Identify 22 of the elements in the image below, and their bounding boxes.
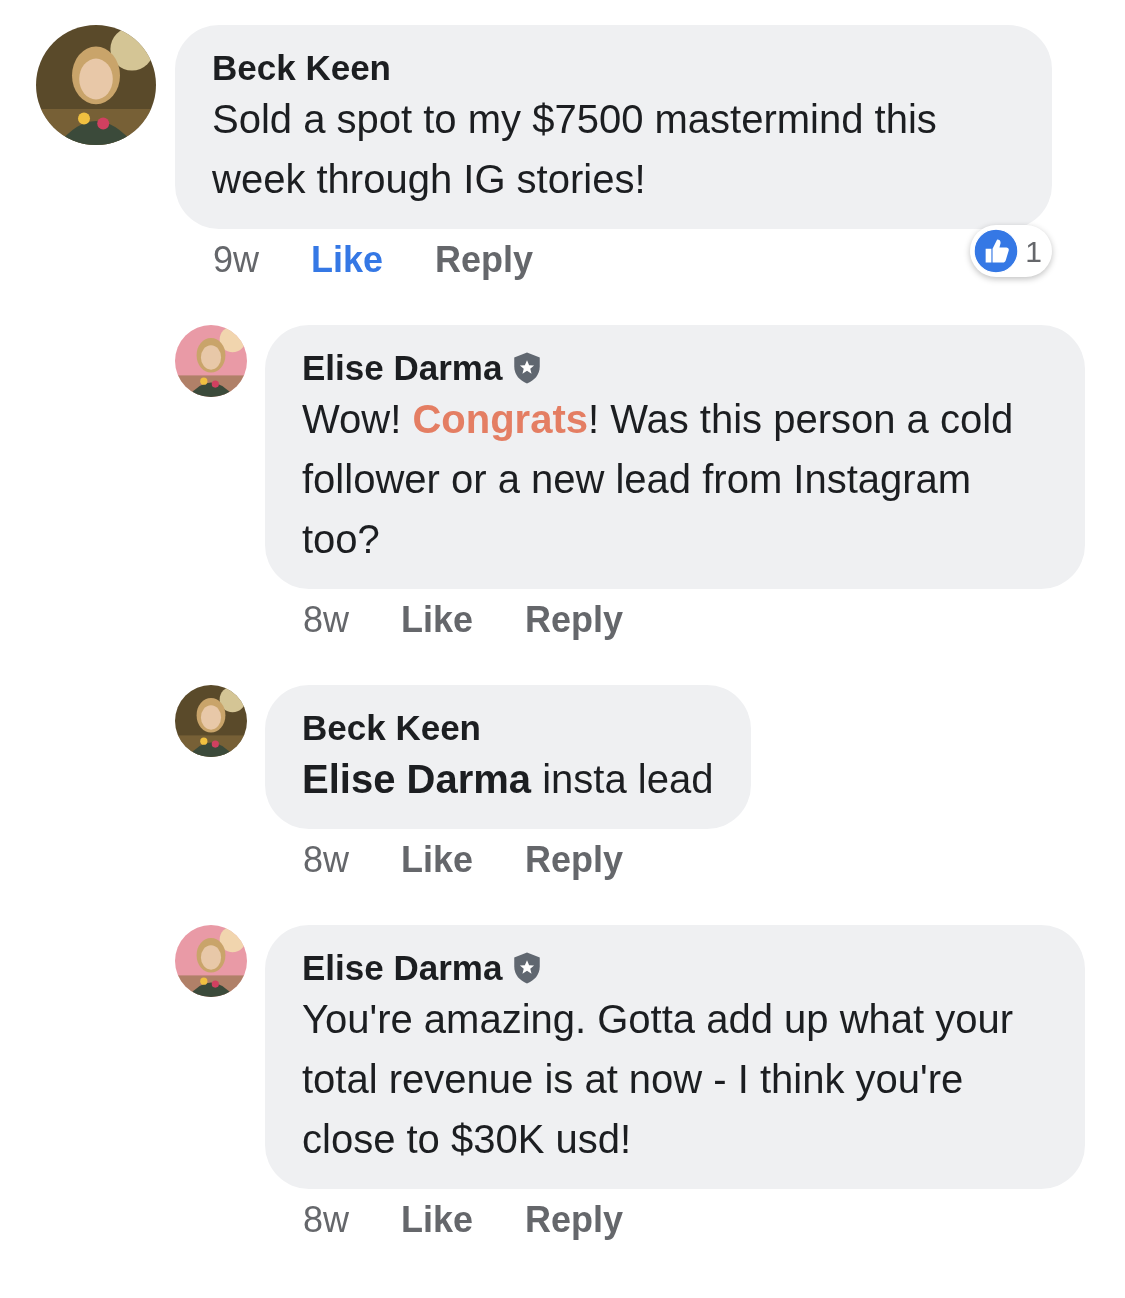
author-name[interactable]: Elise Darma [302, 347, 503, 389]
reply-link[interactable]: Reply [525, 595, 624, 645]
like-link[interactable]: Like [311, 235, 384, 285]
author-name[interactable]: Beck Keen [302, 707, 481, 749]
timestamp: 9w [213, 238, 260, 282]
comment-text: You're amazing. Gotta add up what your total revenue is at now - I think you're close to $30K usd! [302, 996, 1015, 1163]
timestamp: 8w [303, 838, 350, 882]
comment-text: Sold a spot to my $7500 mastermind this week through IG stories! [212, 96, 938, 203]
like-link[interactable]: Like [401, 595, 474, 645]
thumbs-up-icon [973, 228, 1020, 274]
author-name[interactable]: Elise Darma [302, 947, 503, 989]
comment-text: Elise Darma insta lead [302, 756, 714, 803]
author-name[interactable]: Beck Keen [212, 47, 391, 89]
reply-link[interactable]: Reply [435, 235, 534, 285]
timestamp: 8w [303, 598, 350, 642]
comment-text: Wow! Congrats! Was this person a cold follower or a new lead from Instagram too? [302, 396, 1015, 563]
reaction-count: 1 [1025, 233, 1042, 270]
like-link[interactable]: Like [401, 835, 474, 885]
timestamp: 8w [303, 1198, 350, 1242]
like-link[interactable]: Like [401, 1195, 474, 1245]
reply-link[interactable]: Reply [525, 1195, 624, 1245]
reply-link[interactable]: Reply [525, 835, 624, 885]
